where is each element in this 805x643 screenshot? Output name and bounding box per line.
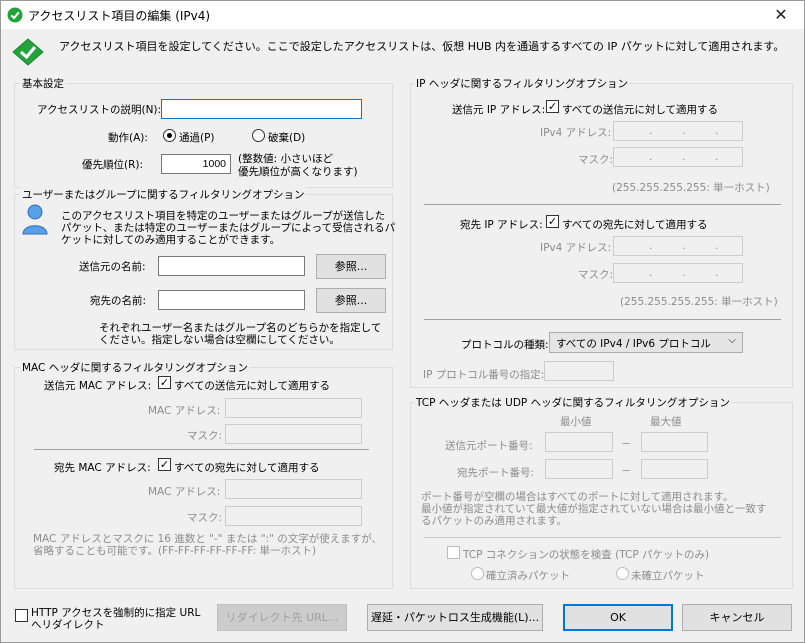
- tcp-min-header: 最小値: [560, 416, 592, 428]
- window-title: アクセスリスト項目の編集 (IPv4): [28, 9, 211, 23]
- dialog-window: アクセスリスト項目の編集 (IPv4) ✕ アクセスリスト項目を設定してください…: [0, 0, 805, 643]
- protocol-label: プロトコルの種類:: [461, 339, 549, 351]
- mac-src-mask-label: マスク:: [187, 430, 223, 442]
- ip-dst-mask-label: マスク:: [578, 269, 614, 281]
- user-filter-title: ユーザーまたはグループに関するフィルタリングオプション: [20, 187, 307, 202]
- app-check-icon: [7, 7, 23, 23]
- priority-input[interactable]: [161, 154, 231, 174]
- ip-dst-ipv4-label: IPv4 アドレス:: [540, 242, 612, 254]
- mac-src-all-checkbox[interactable]: ✓: [158, 376, 171, 389]
- cancel-button[interactable]: キャンセル: [682, 604, 792, 631]
- dst-browse-button[interactable]: 参照...: [316, 288, 386, 313]
- protocol-number-label: IP プロトコル番号の指定:: [423, 369, 545, 381]
- mac-dst-addr-label: MAC アドレス:: [148, 486, 221, 498]
- ip-src-label: 送信元 IP アドレス:: [452, 104, 546, 116]
- description-input[interactable]: [161, 99, 362, 119]
- ip-src-mask-label: マスク:: [578, 154, 614, 166]
- mac-dst-label: 宛先 MAC アドレス:: [54, 462, 151, 474]
- redirect-url-button[interactable]: リダイレクト先 URL...: [217, 604, 347, 631]
- mac-separator: [34, 449, 369, 450]
- tcp-max-header: 最大値: [650, 416, 682, 428]
- http-redirect-checkbox[interactable]: [15, 609, 28, 622]
- tcp-filter-title: TCP ヘッダまたは UDP ヘッダに関するフィルタリングオプション: [414, 395, 732, 410]
- user-note-2: ください。指定しない場合は空欄にしてください。: [99, 334, 340, 346]
- tcp-state-checkbox[interactable]: [447, 546, 460, 559]
- chevron-down-icon: ⌵: [728, 335, 736, 346]
- src-port-min-input[interactable]: [545, 432, 613, 452]
- dst-name-label: 宛先の名前:: [90, 295, 147, 307]
- ok-button[interactable]: OK: [563, 604, 673, 631]
- mac-dst-all-label[interactable]: すべての宛先に対して適用する: [174, 460, 320, 475]
- shield-check-icon: [12, 38, 44, 66]
- ip-src-all-label[interactable]: すべての送信元に対して適用する: [562, 102, 718, 117]
- dst-port-dash: －: [621, 465, 632, 477]
- basic-settings-title: 基本設定: [20, 76, 66, 91]
- tcp-separator: [424, 537, 781, 538]
- src-port-max-input[interactable]: [641, 432, 708, 452]
- ip-separator-2: [424, 319, 781, 320]
- ip-dst-label: 宛先 IP アドレス:: [460, 219, 543, 231]
- ip-dst-address-input[interactable]: ...: [613, 236, 743, 256]
- mac-note-2: 省略することも可能です。(FF-FF-FF-FF-FF-FF: 単一ホスト): [33, 545, 317, 557]
- ip-src-all-checkbox[interactable]: ✓: [546, 100, 559, 113]
- mac-filter-title: MAC ヘッダに関するフィルタリングオプション: [20, 360, 251, 375]
- mac-dst-addr-input[interactable]: [225, 479, 362, 499]
- action-label: 動作(A):: [108, 132, 148, 144]
- ip-filter-title: IP ヘッダに関するフィルタリングオプション: [414, 76, 631, 91]
- src-browse-button[interactable]: 参照...: [316, 254, 386, 279]
- dst-name-input[interactable]: [158, 290, 305, 310]
- protocol-selected: すべての IPv4 / IPv6 プロトコル: [556, 338, 711, 350]
- ip-dst-mask-input[interactable]: ...: [613, 263, 743, 283]
- mac-src-label: 送信元 MAC アドレス:: [44, 380, 152, 392]
- ip-src-address-input[interactable]: ...: [613, 121, 743, 141]
- priority-label: 優先順位(R):: [82, 159, 144, 171]
- ip-dst-all-checkbox[interactable]: ✓: [546, 215, 559, 228]
- pass-radio-label[interactable]: 通過(P): [179, 130, 215, 145]
- discard-radio-label[interactable]: 破棄(D): [268, 130, 305, 145]
- mac-src-addr-input[interactable]: [225, 398, 362, 418]
- ip-dst-hint: (255.255.255.255: 単一ホスト): [620, 296, 778, 308]
- not-established-label[interactable]: 未確立パケット: [631, 568, 705, 583]
- priority-note-2: 優先順位が高くなります): [238, 166, 358, 178]
- established-radio[interactable]: [471, 567, 484, 580]
- title-bar: アクセスリスト項目の編集 (IPv4) ✕: [1, 1, 804, 29]
- not-established-radio[interactable]: [616, 567, 629, 580]
- dst-port-label: 宛先ポート番号:: [457, 467, 535, 479]
- description-label: アクセスリストの説明(N):: [37, 104, 162, 116]
- close-button[interactable]: ✕: [758, 1, 804, 29]
- ip-dst-all-label[interactable]: すべての宛先に対して適用する: [562, 217, 708, 232]
- intro-text: アクセスリスト項目を設定してください。ここで設定したアクセスリストは、仮想 HU…: [59, 40, 785, 53]
- protocol-select[interactable]: すべての IPv4 / IPv6 プロトコル ⌵: [549, 332, 743, 353]
- ip-src-ipv4-label: IPv4 アドレス:: [540, 127, 612, 139]
- mac-src-addr-label: MAC アドレス:: [148, 405, 221, 417]
- tcp-state-label[interactable]: TCP コネクションの状態を検査 (TCP パケットのみ): [463, 547, 709, 562]
- mac-src-all-label[interactable]: すべての送信元に対して適用する: [174, 378, 330, 393]
- tcp-note-3: るパケットのみ適用されます。: [421, 515, 567, 527]
- pass-radio[interactable]: [163, 129, 176, 142]
- mac-dst-mask-label: マスク:: [187, 512, 223, 524]
- user-icon: [22, 204, 48, 235]
- discard-radio[interactable]: [252, 129, 265, 142]
- mac-dst-mask-input[interactable]: [225, 506, 362, 526]
- src-port-dash: －: [621, 438, 632, 450]
- delay-packet-loss-button[interactable]: 遅延・パケットロス生成機能(L)...: [367, 604, 543, 631]
- src-name-label: 送信元の名前:: [79, 261, 146, 273]
- mac-dst-all-checkbox[interactable]: ✓: [158, 458, 171, 471]
- dst-port-max-input[interactable]: [641, 459, 708, 479]
- ip-separator-1: [424, 204, 781, 205]
- src-name-input[interactable]: [158, 256, 305, 276]
- src-port-label: 送信元ポート番号:: [445, 440, 533, 452]
- established-label[interactable]: 確立済みパケット: [486, 568, 570, 583]
- user-desc-3: ケットに対してのみ適用することができます。: [61, 234, 281, 246]
- mac-src-mask-input[interactable]: [225, 424, 362, 444]
- http-redirect-label-2[interactable]: へリダイレクト: [31, 617, 105, 632]
- ip-src-hint: (255.255.255.255: 単一ホスト): [612, 182, 770, 194]
- protocol-number-input[interactable]: [544, 361, 614, 381]
- ip-src-mask-input[interactable]: ...: [613, 147, 743, 167]
- dst-port-min-input[interactable]: [545, 459, 613, 479]
